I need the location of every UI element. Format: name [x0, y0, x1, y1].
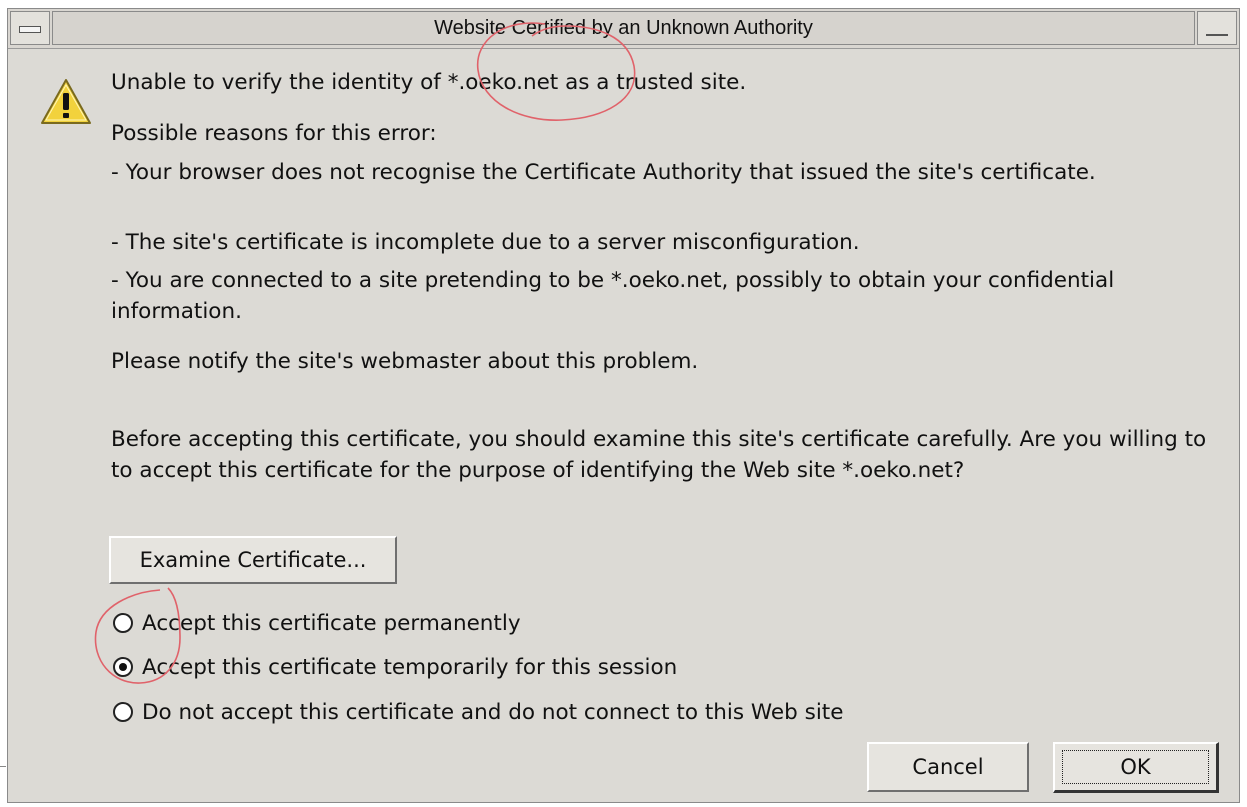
title-bar: Website Certified by an Unknown Authorit… — [8, 9, 1239, 49]
radio-do-not-accept[interactable] — [113, 702, 133, 722]
window-title: Website Certified by an Unknown Authorit… — [52, 11, 1195, 45]
minimize-icon — [1206, 34, 1228, 36]
option-label: Accept this certificate temporarily for … — [142, 654, 678, 680]
warning-triangle-icon — [41, 79, 91, 124]
ok-button[interactable]: OK — [1053, 742, 1219, 793]
edge-tick-mark — [0, 766, 6, 767]
examine-certificate-button[interactable]: Examine Certificate... — [109, 536, 397, 584]
ok-button-label: OK — [1120, 755, 1151, 779]
notify-text: Please notify the site's webmaster about… — [111, 349, 699, 374]
option-label: Do not accept this certificate and do no… — [142, 699, 844, 725]
headline-text: Unable to verify the identity of *.oeko.… — [111, 70, 747, 95]
minimize-button[interactable] — [1197, 11, 1237, 45]
radio-accept-permanently[interactable] — [113, 613, 133, 633]
reason-item-1: - Your browser does not recognise the Ce… — [111, 160, 1096, 185]
reason-item-3: - You are connected to a site pretending… — [111, 268, 1115, 324]
option-accept-temporarily[interactable]: Accept this certificate temporarily for … — [111, 650, 677, 684]
certificate-dialog: Website Certified by an Unknown Authorit… — [7, 8, 1240, 803]
window-menu-icon — [19, 26, 41, 33]
cancel-button[interactable]: Cancel — [867, 742, 1029, 792]
radio-accept-temporarily[interactable] — [113, 657, 133, 677]
option-do-not-accept[interactable]: Do not accept this certificate and do no… — [111, 695, 843, 729]
question-text: Before accepting this certificate, you s… — [111, 427, 1207, 483]
option-accept-permanently[interactable]: Accept this certificate permanently — [111, 606, 521, 640]
window-menu-button[interactable] — [10, 11, 50, 45]
option-label: Accept this certificate permanently — [142, 610, 521, 636]
reasons-heading: Possible reasons for this error: — [111, 121, 437, 146]
reason-item-2: - The site's certificate is incomplete d… — [111, 230, 860, 255]
